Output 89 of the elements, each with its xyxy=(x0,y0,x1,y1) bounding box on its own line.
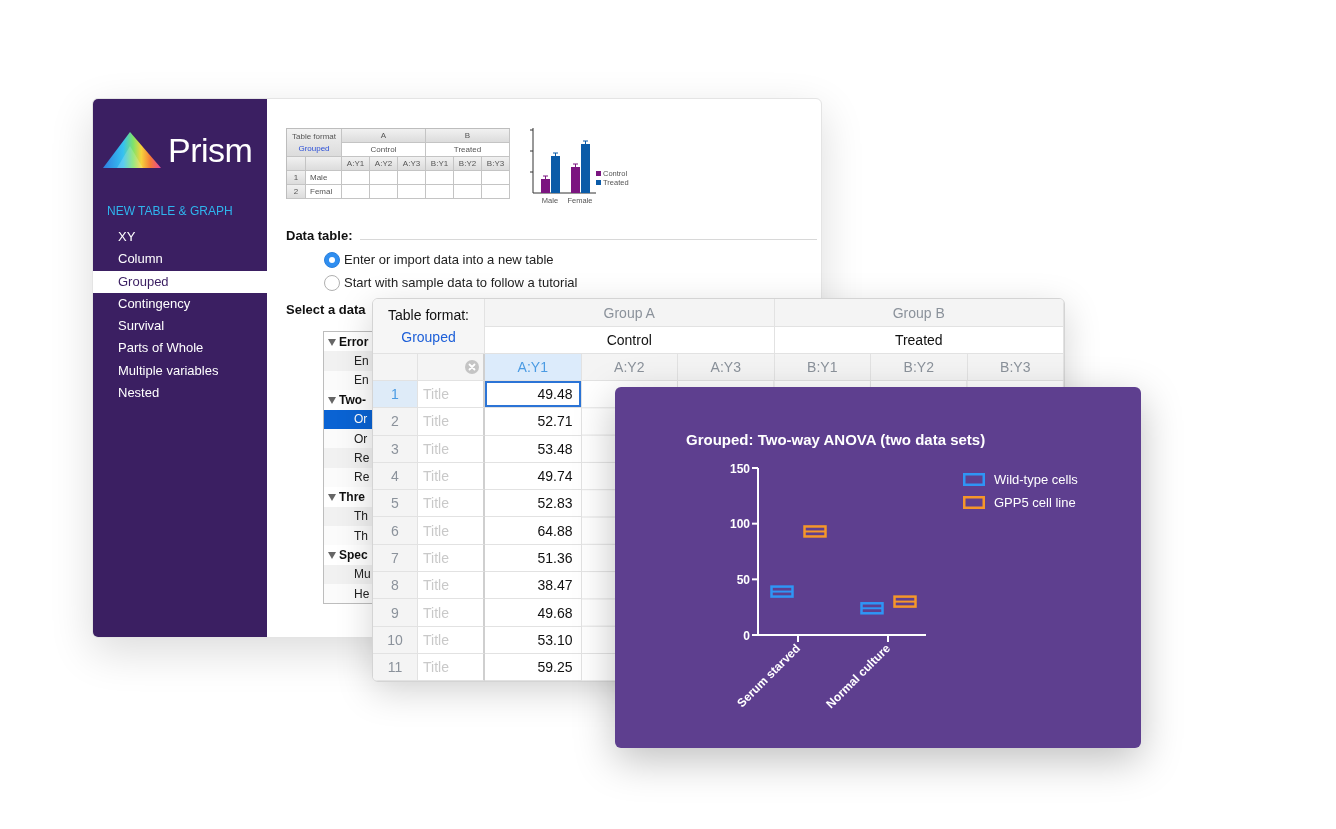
preview-row-number: 1 xyxy=(287,171,306,185)
preview-header-cell: A:Y2 xyxy=(370,157,398,171)
list-item[interactable]: He xyxy=(324,584,373,604)
sidebar-item[interactable]: Column xyxy=(93,248,267,271)
preview-header-cell: Control xyxy=(342,143,426,157)
radio-label: Start with sample data to follow a tutorial xyxy=(344,275,578,290)
row-number-cell: 1 xyxy=(373,381,418,409)
radio-button[interactable] xyxy=(324,251,340,268)
preview-cell xyxy=(370,171,398,185)
disclosure-triangle-icon[interactable] xyxy=(328,337,336,346)
chart-title: Grouped: Two-way ANOVA (two data sets) xyxy=(686,431,986,449)
preview-header-cell: B:Y3 xyxy=(482,157,510,171)
preview-header-cell: A xyxy=(342,129,426,143)
data-cell[interactable]: 38.47 xyxy=(485,572,582,600)
preview-header-cell: A:Y1 xyxy=(342,157,370,171)
preview-header-cell: B:Y2 xyxy=(454,157,482,171)
data-cell[interactable]: 49.74 xyxy=(485,462,582,491)
disclosure-triangle-icon[interactable] xyxy=(328,492,336,501)
axis-tick-label: 100 xyxy=(729,517,750,532)
preview-cell xyxy=(454,171,482,185)
row-number-cell: 2 xyxy=(373,408,418,436)
sidebar-item[interactable]: XY xyxy=(93,226,267,249)
disclosure-triangle-icon[interactable] xyxy=(328,551,336,559)
preview-header-cell: Treated xyxy=(426,143,510,157)
data-cell[interactable]: 64.88 xyxy=(485,517,582,545)
disclosure-triangle-icon[interactable] xyxy=(328,395,336,404)
format-label: Table format: xyxy=(388,307,469,323)
preview-header-cell: A:Y3 xyxy=(398,157,426,171)
preview-cell xyxy=(482,185,510,199)
legend-label: Wild-type cells xyxy=(994,472,1078,487)
preview-header-cell: B:Y1 xyxy=(426,157,454,171)
section-heading: Data table: xyxy=(286,228,353,243)
preview-format-label: Table format xyxy=(292,132,336,141)
list-item[interactable]: Re xyxy=(324,448,373,468)
preview-cell xyxy=(426,185,454,199)
column-group-header: Group B xyxy=(774,299,1064,327)
preview-cell xyxy=(342,171,370,185)
box-marker xyxy=(770,585,794,598)
row-number-cell: 8 xyxy=(373,572,418,600)
list-item[interactable]: En xyxy=(324,351,373,371)
box-marker xyxy=(860,602,884,615)
box-marker xyxy=(893,595,917,608)
row-number-cell: 4 xyxy=(373,462,418,491)
preview-format-value: Grouped xyxy=(298,144,330,153)
preview-row-number: 2 xyxy=(287,185,306,199)
sidebar-item[interactable]: Multiple variables xyxy=(93,359,267,383)
data-cell[interactable]: 52.71 xyxy=(485,408,582,436)
preview-cell: Femal xyxy=(306,185,342,199)
sidebar-item[interactable]: Contingency xyxy=(93,292,267,316)
preview-cell xyxy=(454,185,482,199)
section-heading: Select a data xyxy=(286,302,366,317)
axis-tick-label: 150 xyxy=(729,461,750,476)
data-cell[interactable]: 49.48 xyxy=(485,381,582,409)
sidebar-item[interactable]: Survival xyxy=(93,315,267,338)
row-number-cell: 3 xyxy=(373,435,418,463)
column-group-header: Group A xyxy=(485,299,775,327)
preview-header-cell: B xyxy=(426,129,510,143)
row-number-cell: 7 xyxy=(373,544,418,573)
format-value[interactable]: Grouped xyxy=(401,329,456,345)
dataset-title-cell[interactable]: Control xyxy=(485,327,775,354)
preview-cell xyxy=(426,171,454,185)
triangle-logo-icon xyxy=(103,132,161,168)
row-number-cell: 10 xyxy=(373,626,418,654)
sidebar-item[interactable]: Parts of Whole xyxy=(93,337,267,360)
dataset-title-cell[interactable]: Treated xyxy=(774,327,1064,354)
bar-chart-thumbnail xyxy=(530,127,597,194)
row-number-cell: 9 xyxy=(373,599,418,627)
data-cell[interactable]: 52.83 xyxy=(485,490,582,518)
preview-cell xyxy=(342,185,370,199)
sidebar-item[interactable]: Nested xyxy=(93,382,267,405)
radio-label: Enter or import data into a new table xyxy=(344,252,554,267)
preview-cell xyxy=(482,171,510,185)
logo-text: Prism xyxy=(168,131,253,169)
axis-tick-label: 50 xyxy=(736,572,750,587)
row-number-cell: 11 xyxy=(373,653,418,681)
sidebar-item[interactable]: Grouped xyxy=(93,270,267,293)
sidebar-heading: NEW TABLE & GRAPH xyxy=(107,204,233,218)
data-cell[interactable]: 49.68 xyxy=(485,599,582,627)
radio-button[interactable] xyxy=(324,274,340,291)
legend-label: GPP5 cell line xyxy=(994,495,1076,510)
row-number-cell: 6 xyxy=(373,517,418,545)
preview-cell xyxy=(398,185,426,199)
preview-cell xyxy=(398,171,426,185)
axis-tick-label: 0 xyxy=(743,628,750,643)
row-number-cell: 5 xyxy=(373,490,418,518)
preview-cell xyxy=(370,185,398,199)
preview-cell: Male xyxy=(306,171,342,185)
data-cell[interactable]: 59.25 xyxy=(485,653,582,681)
box-marker xyxy=(803,525,827,538)
